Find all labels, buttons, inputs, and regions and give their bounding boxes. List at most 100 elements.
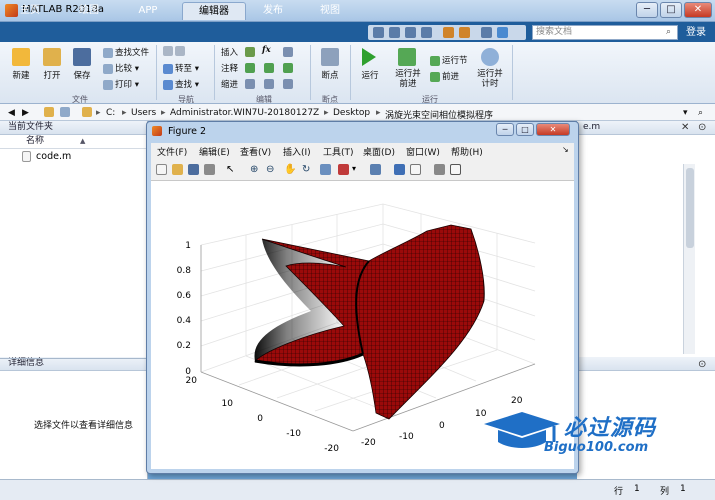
breadcrumb-admin[interactable]: Administrator.WIN7U-20180127Z xyxy=(170,108,319,118)
legend-icon[interactable] xyxy=(410,164,421,175)
decrease-indent-icon[interactable] xyxy=(283,79,293,89)
save-icon[interactable] xyxy=(73,48,91,66)
new-icon[interactable] xyxy=(12,48,30,66)
close-tab-icon[interactable]: ✕ xyxy=(681,122,689,133)
breadcrumb-users[interactable]: Users xyxy=(131,108,156,118)
zoom-out-icon[interactable]: ⊖ xyxy=(266,164,277,175)
uncomment-icon[interactable] xyxy=(264,63,274,73)
quick-help-icon[interactable] xyxy=(497,27,508,38)
editor-tab[interactable]: e.m xyxy=(577,121,715,135)
nav-back-forward[interactable] xyxy=(163,46,187,57)
vertical-scrollbar[interactable] xyxy=(683,164,695,354)
increase-indent-icon[interactable] xyxy=(264,79,274,89)
run-advance-icon[interactable] xyxy=(398,48,416,66)
tab-home[interactable]: 主页 xyxy=(6,2,54,20)
compare-button[interactable]: 比较 ▾ xyxy=(103,62,139,74)
brush-icon[interactable] xyxy=(338,164,349,175)
scrollbar-thumb[interactable] xyxy=(686,168,694,248)
quick-redo-icon[interactable] xyxy=(459,27,470,38)
search-documentation-input[interactable]: 搜索文档 xyxy=(532,25,678,40)
forward-arrow-icon[interactable]: ▶ xyxy=(22,108,29,118)
print-button[interactable]: 打印 ▾ xyxy=(103,78,139,90)
menu-insert[interactable]: 插入(I) xyxy=(283,145,311,158)
address-dropdown-icon[interactable]: ▾ xyxy=(683,108,688,118)
hide-tools-icon[interactable] xyxy=(434,164,445,175)
find-button[interactable]: 查找 ▾ xyxy=(163,78,199,90)
menu-file[interactable]: 文件(F) xyxy=(157,145,187,158)
insert-section-icon[interactable] xyxy=(283,47,293,57)
panel-menu-icon[interactable]: ⊙ xyxy=(698,122,706,133)
breakpoints-button[interactable]: 断点 xyxy=(313,69,347,81)
comment-button[interactable]: 注释 xyxy=(221,62,238,74)
column-header[interactable]: 名称 ▲ xyxy=(0,135,147,149)
fx-button[interactable]: fx xyxy=(262,45,271,55)
rotate-3d-icon[interactable]: ↻ xyxy=(302,164,313,175)
indent-button[interactable]: 缩进 xyxy=(221,78,238,90)
save-button[interactable]: 保存 xyxy=(66,69,98,81)
menu-view[interactable]: 查看(V) xyxy=(240,145,271,158)
address-search-icon[interactable]: ⌕ xyxy=(698,108,703,118)
quick-undo-icon[interactable] xyxy=(443,27,454,38)
close-button[interactable]: ✕ xyxy=(684,2,712,18)
open-file-icon[interactable] xyxy=(172,164,183,175)
pan-hand-icon[interactable]: ✋ xyxy=(284,164,296,175)
login-button[interactable]: 登录 xyxy=(680,24,712,41)
search-icon[interactable]: ⌕ xyxy=(666,27,671,37)
panel-menu-icon[interactable]: ⊙ xyxy=(698,359,706,370)
select-arrow-icon[interactable]: ↖ xyxy=(226,164,237,175)
find-files-button[interactable]: 查找文件 xyxy=(103,46,149,58)
list-item[interactable]: code.m xyxy=(0,149,147,165)
tab-apps[interactable]: APP xyxy=(122,2,174,20)
brush-dropdown-icon[interactable]: ▾ xyxy=(352,164,363,175)
run-and-time-icon[interactable] xyxy=(481,48,499,66)
menu-help[interactable]: 帮助(H) xyxy=(451,145,483,158)
figure-minimize-button[interactable]: ─ xyxy=(496,123,514,136)
comment-percent-icon[interactable] xyxy=(245,63,255,73)
save-figure-icon[interactable] xyxy=(188,164,199,175)
run-icon[interactable] xyxy=(362,48,376,66)
menu-window[interactable]: 窗口(W) xyxy=(406,145,440,158)
quick-cut-icon[interactable] xyxy=(389,27,400,38)
open-folder-icon[interactable] xyxy=(43,48,61,66)
maximize-button[interactable]: □ xyxy=(660,2,682,18)
figure-close-button[interactable]: ✕ xyxy=(536,123,570,136)
quick-paste-icon[interactable] xyxy=(421,27,432,38)
tab-editor[interactable]: 编辑器 xyxy=(182,2,246,20)
menu-dock-icon[interactable]: ↘ xyxy=(562,145,569,154)
print-figure-icon[interactable] xyxy=(204,164,215,175)
new-button[interactable]: 新建 xyxy=(4,69,38,81)
quick-save-icon[interactable] xyxy=(373,27,384,38)
advance-button[interactable]: 前进 xyxy=(430,70,459,82)
zoom-in-icon[interactable]: ⊕ xyxy=(250,164,261,175)
link-plot-icon[interactable] xyxy=(370,164,381,175)
run-button[interactable]: 运行 xyxy=(354,69,386,81)
run-and-advance-button[interactable]: 运行并 前进 xyxy=(390,69,426,89)
up-folder-icon[interactable] xyxy=(44,107,54,117)
quick-copy-icon[interactable] xyxy=(405,27,416,38)
open-button[interactable]: 打开 xyxy=(36,69,68,81)
smart-indent-icon[interactable] xyxy=(245,79,255,89)
breadcrumb-desktop[interactable]: Desktop xyxy=(333,108,370,118)
breakpoints-icon[interactable] xyxy=(321,48,339,66)
run-section-button[interactable]: 运行节 xyxy=(430,54,468,66)
figure-maximize-button[interactable]: □ xyxy=(516,123,534,136)
insert-icon[interactable] xyxy=(245,47,255,57)
insert-button[interactable]: 插入 xyxy=(221,46,238,58)
quick-switch-icon[interactable] xyxy=(481,27,492,38)
tab-publish[interactable]: 发布 xyxy=(250,2,296,20)
breadcrumb-project[interactable]: 涡旋光束空间相位模拟程序 xyxy=(385,108,493,121)
data-cursor-icon[interactable] xyxy=(320,164,331,175)
show-tools-icon[interactable] xyxy=(450,164,461,175)
menu-edit[interactable]: 编辑(E) xyxy=(199,145,230,158)
back-arrow-icon[interactable]: ◀ xyxy=(8,108,15,118)
goto-button[interactable]: 转至 ▾ xyxy=(163,62,199,74)
new-figure-icon[interactable] xyxy=(156,164,167,175)
run-and-time-button[interactable]: 运行并 计时 xyxy=(472,69,508,89)
menu-desktop[interactable]: 桌面(D) xyxy=(363,145,395,158)
tab-plots[interactable]: 绘图 xyxy=(64,2,114,20)
tab-view[interactable]: 视图 xyxy=(304,2,356,20)
wrap-comment-icon[interactable] xyxy=(283,63,293,73)
menu-tools[interactable]: 工具(T) xyxy=(323,145,354,158)
minimize-button[interactable]: ─ xyxy=(636,2,658,18)
browse-folder-icon[interactable] xyxy=(60,107,70,117)
